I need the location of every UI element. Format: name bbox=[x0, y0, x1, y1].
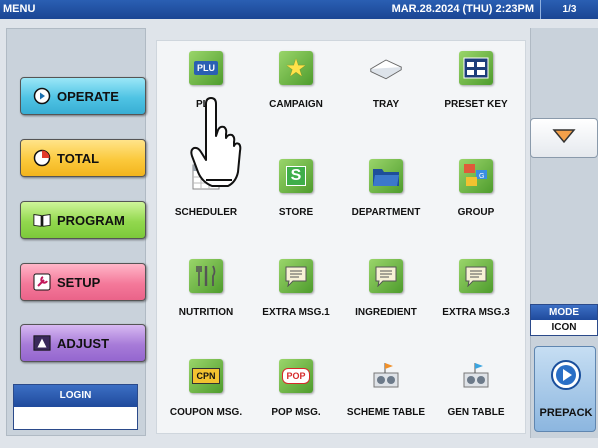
tile-label: TRAY bbox=[372, 99, 400, 110]
tile-label: DEPARTMENT bbox=[351, 207, 421, 218]
tile-department[interactable]: DEPARTMENT bbox=[341, 149, 431, 239]
tile-label: POP MSG. bbox=[271, 407, 321, 418]
tile-label: INGREDIENT bbox=[355, 307, 417, 318]
total-button[interactable]: TOTAL bbox=[20, 139, 146, 177]
login-label: LOGIN bbox=[14, 385, 137, 407]
folder-icon bbox=[369, 159, 403, 193]
pop-icon: POP bbox=[279, 359, 313, 393]
adjust-icon bbox=[33, 334, 51, 352]
operate-button[interactable]: OPERATE bbox=[20, 77, 146, 115]
svg-text:G: G bbox=[479, 173, 484, 180]
tile-store[interactable]: S STORE bbox=[251, 149, 341, 239]
datetime-display: MAR.28.2024 (THU) 2:23PM bbox=[391, 3, 534, 15]
setup-label: SETUP bbox=[57, 274, 101, 290]
operate-icon bbox=[33, 87, 51, 105]
tile-label: SCHEDULER bbox=[174, 207, 238, 218]
tile-campaign[interactable]: ★ CAMPAIGN bbox=[251, 41, 341, 131]
gen-table-icon bbox=[459, 359, 493, 393]
store-icon: S bbox=[279, 159, 313, 193]
cutlery-icon bbox=[189, 259, 223, 293]
tile-extra-msg-1[interactable]: EXTRA MSG.1 bbox=[251, 249, 341, 339]
tile-coupon-msg[interactable]: CPN COUPON MSG. bbox=[161, 349, 251, 439]
tile-label: COUPON MSG. bbox=[169, 407, 243, 418]
message-icon bbox=[459, 259, 493, 293]
message-icon bbox=[279, 259, 313, 293]
program-button[interactable]: PROGRAM bbox=[20, 201, 146, 239]
program-label: PROGRAM bbox=[57, 212, 125, 228]
page-indicator: 1/3 bbox=[540, 0, 598, 19]
total-icon bbox=[33, 149, 51, 167]
login-field[interactable] bbox=[14, 407, 137, 429]
scheme-table-icon bbox=[369, 359, 403, 393]
mode-value: ICON bbox=[531, 320, 597, 335]
mode-indicator[interactable]: MODE ICON bbox=[530, 304, 598, 336]
triangle-down-icon bbox=[552, 128, 576, 149]
tile-preset-key[interactable]: PRESET KEY bbox=[431, 41, 521, 131]
prepack-button[interactable]: PREPACK bbox=[534, 346, 596, 432]
tile-scheme-table[interactable]: SCHEME TABLE bbox=[341, 349, 431, 439]
setup-button[interactable]: SETUP bbox=[20, 263, 146, 301]
tile-label: CAMPAIGN bbox=[269, 99, 323, 110]
tile-label: GROUP bbox=[457, 207, 495, 218]
tray-icon bbox=[369, 51, 403, 85]
tile-tray[interactable]: TRAY bbox=[341, 41, 431, 131]
tile-label: EXTRA MSG.1 bbox=[262, 307, 330, 318]
adjust-label: ADJUST bbox=[57, 335, 110, 351]
tile-gen-table[interactable]: GEN TABLE bbox=[431, 349, 521, 439]
tile-ingredient[interactable]: INGREDIENT bbox=[341, 249, 431, 339]
star-icon: ★ bbox=[279, 51, 313, 85]
program-icon bbox=[33, 211, 51, 229]
plu-icon: PLU bbox=[189, 51, 223, 85]
mode-label: MODE bbox=[531, 305, 597, 320]
tile-group[interactable]: G GROUP bbox=[431, 149, 521, 239]
left-nav-panel: OPERATE TOTAL PROGRAM SETUP ADJUST LOGIN bbox=[6, 28, 146, 436]
total-label: TOTAL bbox=[57, 150, 100, 166]
tile-pop-msg[interactable]: POP POP MSG. bbox=[251, 349, 341, 439]
tile-label: GEN TABLE bbox=[447, 407, 505, 418]
keyboard-icon bbox=[459, 51, 493, 85]
group-icon: G bbox=[459, 159, 493, 193]
tile-nutrition[interactable]: NUTRITION bbox=[161, 249, 251, 339]
menu-title: MENU bbox=[3, 3, 36, 15]
login-box[interactable]: LOGIN bbox=[13, 384, 138, 430]
tile-extra-msg-3[interactable]: EXTRA MSG.3 bbox=[431, 249, 521, 339]
tile-label: PRESET KEY bbox=[444, 99, 508, 110]
play-icon bbox=[550, 359, 582, 396]
tile-label: EXTRA MSG.3 bbox=[442, 307, 510, 318]
tile-label: STORE bbox=[278, 207, 314, 218]
tile-label: SCHEME TABLE bbox=[346, 407, 426, 418]
scroll-down-button[interactable] bbox=[530, 118, 598, 158]
pointer-hand-icon bbox=[188, 96, 242, 201]
prepack-label: PREPACK bbox=[539, 407, 593, 419]
message-icon bbox=[369, 259, 403, 293]
adjust-button[interactable]: ADJUST bbox=[20, 324, 146, 362]
operate-label: OPERATE bbox=[57, 88, 119, 104]
top-bar: MENU MAR.28.2024 (THU) 2:23PM 1/3 bbox=[0, 0, 598, 19]
setup-icon bbox=[33, 273, 51, 291]
coupon-icon: CPN bbox=[189, 359, 223, 393]
tile-label: NUTRITION bbox=[178, 307, 234, 318]
